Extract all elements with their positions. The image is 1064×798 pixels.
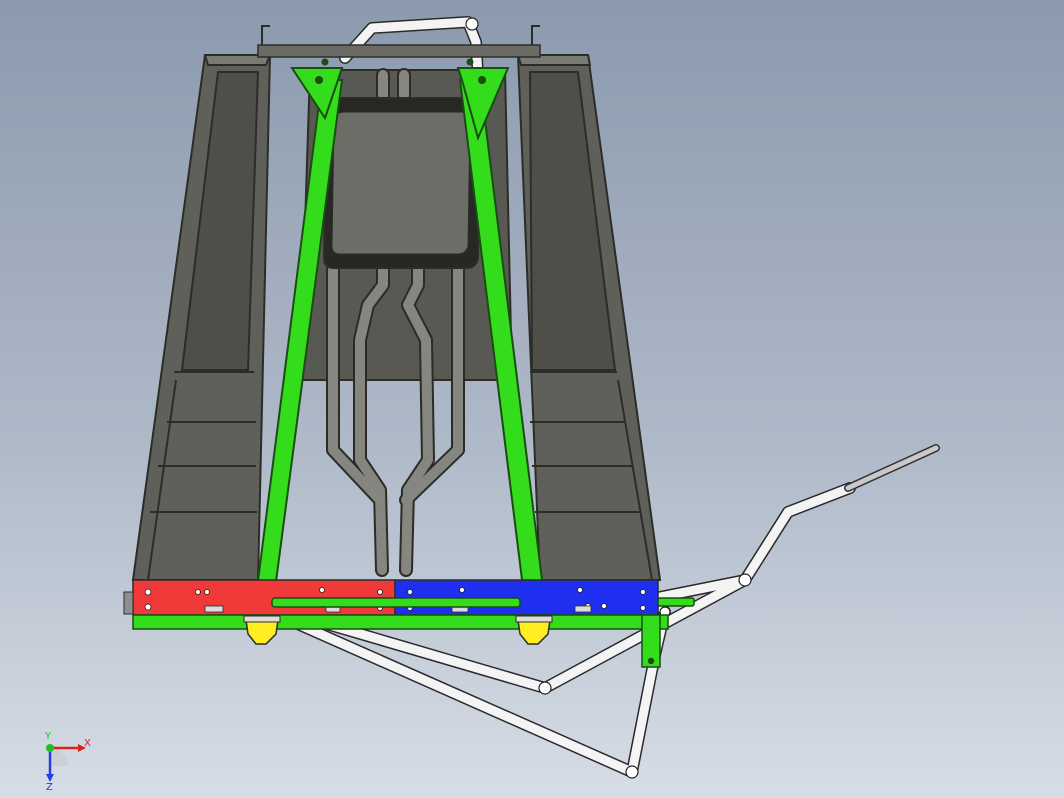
cad-viewport[interactable]: X Y Z (0, 0, 1064, 798)
assembly-model[interactable] (0, 0, 1064, 798)
pivot-joint (538, 681, 552, 695)
pivot-joint (625, 765, 639, 779)
muffler-box (322, 97, 482, 269)
right-frame-post (516, 54, 662, 581)
yellow-pad-left (245, 619, 279, 645)
linkage-handle-rod (844, 444, 940, 492)
pivot-joint (738, 573, 752, 587)
yellow-pad-right (517, 619, 551, 645)
side-bracket (123, 591, 134, 615)
left-frame-post (131, 54, 272, 581)
x-axis-label: X (84, 738, 91, 749)
handle-arm-tube (649, 482, 856, 604)
mount-tab (574, 605, 592, 613)
pivot-joint (465, 17, 479, 31)
y-axis-dot (46, 744, 54, 752)
mount-tab (204, 605, 224, 613)
z-axis-label: Z (46, 782, 53, 790)
y-axis-label: Y (44, 731, 52, 742)
axis-triad: X Y Z (44, 731, 91, 790)
